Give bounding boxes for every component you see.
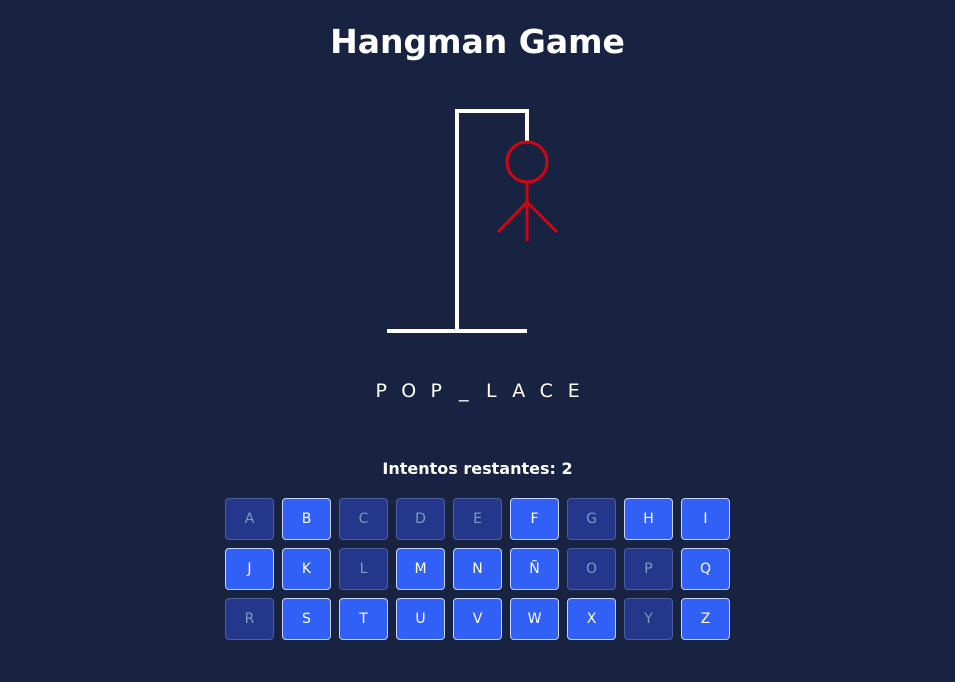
key-c: C (339, 498, 388, 540)
key-k[interactable]: K (282, 548, 331, 590)
word-letter: A (512, 380, 526, 402)
key-u[interactable]: U (396, 598, 445, 640)
hangman-left-arm (496, 200, 529, 234)
word-display: P O P _ L A C E (0, 377, 955, 405)
hangman-head (505, 140, 549, 184)
key-n-tilde[interactable]: Ñ (510, 548, 559, 590)
key-p: P (624, 548, 673, 590)
key-v[interactable]: V (453, 598, 502, 640)
key-m[interactable]: M (396, 548, 445, 590)
gallows (387, 109, 529, 333)
word-letter-blank: _ (459, 380, 469, 402)
word-letter: L (485, 380, 497, 402)
key-f[interactable]: F (510, 498, 559, 540)
attempts-remaining: Intentos restantes: 2 (382, 459, 573, 478)
key-n[interactable]: N (453, 548, 502, 590)
word-letter: P (430, 380, 442, 402)
key-g: G (567, 498, 616, 540)
key-x[interactable]: X (567, 598, 616, 640)
hangman-right-arm (525, 200, 559, 234)
key-o: O (567, 548, 616, 590)
hangman-page: Hangman Game P O P _ L A C E Intentos restantes… (0, 0, 955, 682)
key-e: E (453, 498, 502, 540)
page-title: Hangman Game (330, 22, 625, 61)
key-t[interactable]: T (339, 598, 388, 640)
key-d: D (396, 498, 445, 540)
key-y: Y (624, 598, 673, 640)
key-h[interactable]: H (624, 498, 673, 540)
key-z[interactable]: Z (681, 598, 730, 640)
key-q[interactable]: Q (681, 548, 730, 590)
key-i[interactable]: I (681, 498, 730, 540)
word-letter: C (539, 380, 553, 402)
word-letter: P (375, 380, 387, 402)
key-r: R (225, 598, 274, 640)
letter-keyboard: A B C D E F G H I J K L M N Ñ O P Q R S … (225, 498, 730, 640)
word-letter: O (401, 380, 417, 402)
key-l: L (339, 548, 388, 590)
hangman-figure (496, 140, 559, 241)
key-w[interactable]: W (510, 598, 559, 640)
key-s[interactable]: S (282, 598, 331, 640)
word-letter: E (567, 380, 580, 402)
key-a: A (225, 498, 274, 540)
key-j[interactable]: J (225, 548, 274, 590)
key-b[interactable]: B (282, 498, 331, 540)
